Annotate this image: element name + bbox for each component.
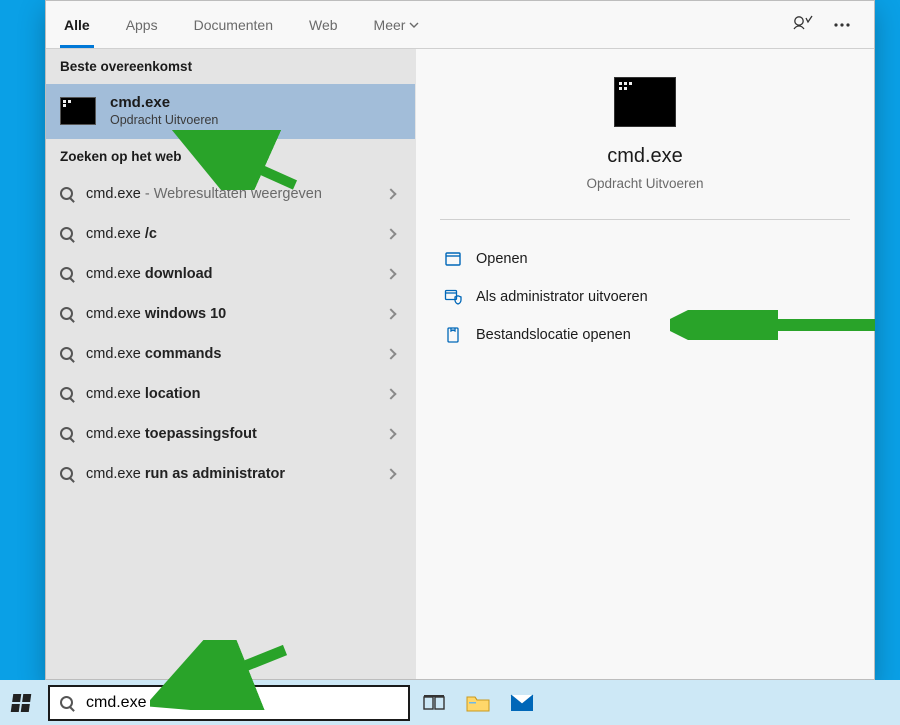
search-icon xyxy=(60,187,74,201)
taskbar xyxy=(0,680,900,725)
web-result-label: cmd.exe - Webresultaten weergeven xyxy=(86,186,375,202)
search-icon xyxy=(60,347,74,361)
web-result-label: cmd.exe location xyxy=(86,386,375,402)
search-icon xyxy=(60,467,74,481)
search-icon xyxy=(60,267,74,281)
search-panel: Alle Apps Documenten Web Meer Beste over… xyxy=(45,0,875,680)
search-filter-tabs: Alle Apps Documenten Web Meer xyxy=(46,1,874,49)
web-result-label: cmd.exe download xyxy=(86,266,375,282)
cmd-icon xyxy=(60,97,96,125)
section-web-title: Zoeken op het web xyxy=(46,139,415,174)
tab-more[interactable]: Meer xyxy=(356,1,438,48)
chevron-down-icon xyxy=(409,20,419,30)
best-match-title: cmd.exe xyxy=(110,94,218,111)
tab-all[interactable]: Alle xyxy=(46,1,108,48)
web-result-item[interactable]: cmd.exe download xyxy=(46,254,415,294)
preview-actions: Openen Als administrator uitvoeren Besta… xyxy=(440,240,850,354)
folder-location-icon xyxy=(444,326,462,344)
feedback-icon[interactable] xyxy=(792,15,814,35)
web-result-label: cmd.exe commands xyxy=(86,346,375,362)
taskbar-search-input[interactable] xyxy=(84,693,398,713)
chevron-right-icon xyxy=(385,348,396,359)
chevron-right-icon xyxy=(385,388,396,399)
action-open-file-location[interactable]: Bestandslocatie openen xyxy=(440,316,850,354)
chevron-right-icon xyxy=(385,268,396,279)
web-result-item[interactable]: cmd.exe toepassingsfout xyxy=(46,414,415,454)
results-column: Beste overeenkomst cmd.exe Opdracht Uitv… xyxy=(46,49,416,679)
web-result-item[interactable]: cmd.exe /c xyxy=(46,214,415,254)
search-icon xyxy=(60,696,74,710)
task-view-icon xyxy=(423,694,445,712)
best-match-result[interactable]: cmd.exe Opdracht Uitvoeren xyxy=(46,84,415,139)
best-match-subtitle: Opdracht Uitvoeren xyxy=(110,113,218,127)
open-icon xyxy=(444,250,462,268)
mail-button[interactable] xyxy=(502,680,542,725)
tab-apps[interactable]: Apps xyxy=(108,1,176,48)
web-result-item[interactable]: cmd.exe location xyxy=(46,374,415,414)
action-run-as-admin-label: Als administrator uitvoeren xyxy=(476,289,648,305)
cmd-large-icon xyxy=(614,77,676,127)
action-open[interactable]: Openen xyxy=(440,240,850,278)
tab-documents[interactable]: Documenten xyxy=(176,1,291,48)
chevron-right-icon xyxy=(385,228,396,239)
web-results-list: cmd.exe - Webresultaten weergeven cmd.exe… xyxy=(46,174,415,494)
chevron-right-icon xyxy=(385,308,396,319)
web-result-item[interactable]: cmd.exe commands xyxy=(46,334,415,374)
web-result-item[interactable]: cmd.exe run as administrator xyxy=(46,454,415,494)
file-explorer-button[interactable] xyxy=(458,680,498,725)
search-icon xyxy=(60,307,74,321)
action-open-label: Openen xyxy=(476,251,528,267)
chevron-right-icon xyxy=(385,188,396,199)
preview-header: cmd.exe Opdracht Uitvoeren xyxy=(440,77,850,220)
chevron-right-icon xyxy=(385,468,396,479)
action-open-file-location-label: Bestandslocatie openen xyxy=(476,327,631,343)
search-icon xyxy=(60,387,74,401)
search-icon xyxy=(60,427,74,441)
web-result-label: cmd.exe toepassingsfout xyxy=(86,426,375,442)
windows-logo-icon xyxy=(11,694,32,712)
web-result-label: cmd.exe run as administrator xyxy=(86,466,375,482)
mail-icon xyxy=(510,694,534,712)
start-button[interactable] xyxy=(0,680,42,725)
section-best-match-title: Beste overeenkomst xyxy=(46,49,415,84)
task-view-button[interactable] xyxy=(414,680,454,725)
action-run-as-admin[interactable]: Als administrator uitvoeren xyxy=(440,278,850,316)
web-result-item[interactable]: cmd.exe - Webresultaten weergeven xyxy=(46,174,415,214)
more-options-icon[interactable] xyxy=(832,15,852,35)
preview-column: cmd.exe Opdracht Uitvoeren Openen Als ad… xyxy=(416,49,874,679)
tab-more-label: Meer xyxy=(374,17,406,33)
web-result-label: cmd.exe windows 10 xyxy=(86,306,375,322)
folder-icon xyxy=(466,693,490,713)
shield-open-icon xyxy=(444,288,462,306)
search-icon xyxy=(60,227,74,241)
tab-web[interactable]: Web xyxy=(291,1,356,48)
preview-title: cmd.exe xyxy=(607,145,683,168)
preview-subtitle: Opdracht Uitvoeren xyxy=(586,176,703,191)
web-result-item[interactable]: cmd.exe windows 10 xyxy=(46,294,415,334)
chevron-right-icon xyxy=(385,428,396,439)
web-result-label: cmd.exe /c xyxy=(86,226,375,242)
taskbar-search-box[interactable] xyxy=(48,685,410,721)
